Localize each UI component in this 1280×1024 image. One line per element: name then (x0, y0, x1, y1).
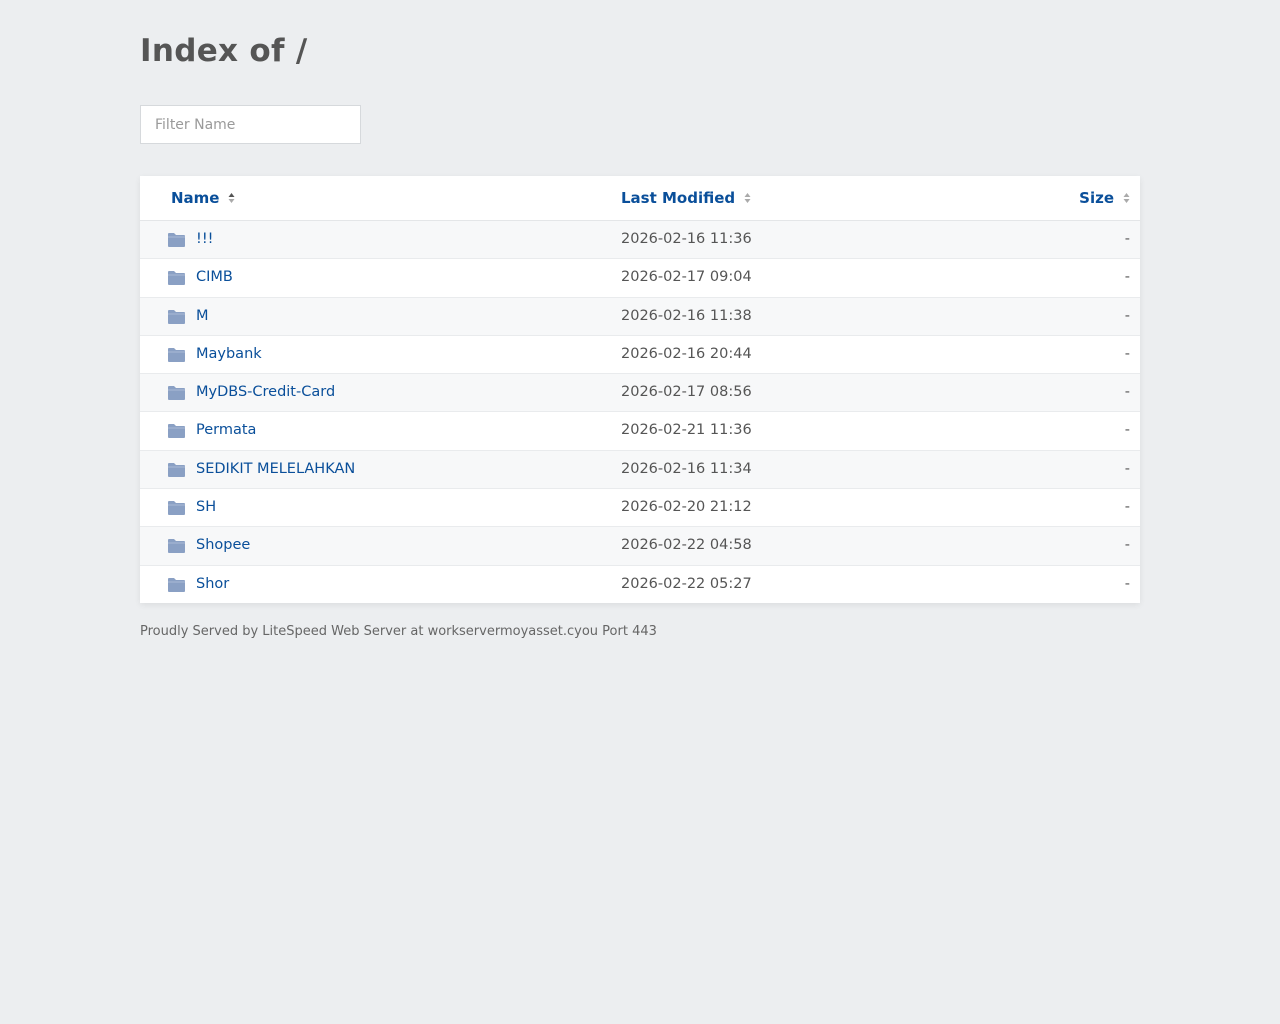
name-header-label: Name (171, 189, 220, 207)
folder-link[interactable]: Shopee (196, 527, 250, 564)
filter-name-input[interactable] (140, 105, 361, 144)
folder-icon (168, 271, 185, 286)
last-modified-cell: 2026-02-17 08:56 (621, 384, 752, 401)
last-modified-cell: 2026-02-17 09:04 (621, 269, 752, 286)
last-modified-cell: 2026-02-22 05:27 (621, 575, 752, 592)
folder-icon (168, 347, 185, 362)
folder-link[interactable]: M (196, 298, 209, 335)
sort-arrows-icon (744, 192, 751, 203)
table-row: Permata 2026-02-21 11:36 - (140, 412, 1140, 451)
sort-by-name-header[interactable]: Name (171, 176, 235, 220)
size-cell: - (1124, 537, 1130, 554)
table-row: SEDIKIT MELELAHKAN 2026-02-16 11:34 - (140, 450, 1140, 490)
folder-icon (168, 501, 185, 516)
folder-icon (168, 424, 185, 439)
folder-link[interactable]: SH (196, 489, 216, 526)
table-row: CIMB 2026-02-17 09:04 - (140, 259, 1140, 298)
sort-arrows-icon (1123, 192, 1130, 203)
sort-arrows-icon (228, 192, 235, 203)
size-cell: - (1124, 231, 1130, 247)
folder-icon (168, 233, 185, 247)
sort-by-modified-header[interactable]: Last Modified (621, 176, 751, 220)
size-cell: - (1124, 345, 1130, 362)
folder-link[interactable]: Maybank (196, 336, 262, 373)
table-row: !!! 2026-02-16 11:36 - (140, 221, 1140, 260)
sort-by-size-header[interactable]: Size (1079, 176, 1130, 220)
folder-link[interactable]: !!! (196, 221, 213, 258)
last-modified-cell: 2026-02-16 11:36 (621, 231, 752, 247)
modified-header-label: Last Modified (621, 189, 736, 207)
folder-icon (168, 577, 185, 592)
table-header: Name Last Modified Size (140, 176, 1140, 221)
table-row: Maybank 2026-02-16 20:44 - (140, 336, 1140, 375)
size-cell: - (1124, 460, 1130, 477)
size-header-label: Size (1079, 189, 1114, 207)
folder-link[interactable]: SEDIKIT MELELAHKAN (196, 451, 355, 488)
last-modified-cell: 2026-02-16 20:44 (621, 345, 752, 362)
size-cell: - (1124, 499, 1130, 516)
folder-link[interactable]: Shor (196, 566, 229, 603)
last-modified-cell: 2026-02-21 11:36 (621, 422, 752, 439)
file-listing-table: Name Last Modified Size !!! 2026-02-16 1… (140, 176, 1140, 603)
last-modified-cell: 2026-02-22 04:58 (621, 537, 752, 554)
last-modified-cell: 2026-02-20 21:12 (621, 499, 752, 516)
table-row: SH 2026-02-20 21:12 - (140, 489, 1140, 528)
folder-link[interactable]: Permata (196, 412, 256, 449)
table-row: Shor 2026-02-22 05:27 - (140, 566, 1140, 603)
folder-icon (168, 539, 185, 554)
size-cell: - (1124, 269, 1130, 286)
page-title: Index of / (140, 33, 308, 69)
table-row: M 2026-02-16 11:38 - (140, 297, 1140, 336)
folder-icon (168, 462, 185, 477)
size-cell: - (1124, 575, 1130, 592)
table-body: !!! 2026-02-16 11:36 - CIMB 2026-02-17 0… (140, 221, 1140, 603)
size-cell: - (1124, 422, 1130, 439)
folder-link[interactable]: CIMB (196, 259, 233, 296)
table-row: MyDBS-Credit-Card 2026-02-17 08:56 - (140, 374, 1140, 413)
folder-link[interactable]: MyDBS-Credit-Card (196, 374, 335, 411)
folder-icon (168, 309, 185, 324)
server-footer: Proudly Served by LiteSpeed Web Server a… (140, 624, 657, 639)
folder-icon (168, 386, 185, 401)
size-cell: - (1124, 384, 1130, 401)
size-cell: - (1124, 307, 1130, 324)
last-modified-cell: 2026-02-16 11:38 (621, 307, 752, 324)
table-row: Shopee 2026-02-22 04:58 - (140, 527, 1140, 566)
last-modified-cell: 2026-02-16 11:34 (621, 460, 752, 477)
